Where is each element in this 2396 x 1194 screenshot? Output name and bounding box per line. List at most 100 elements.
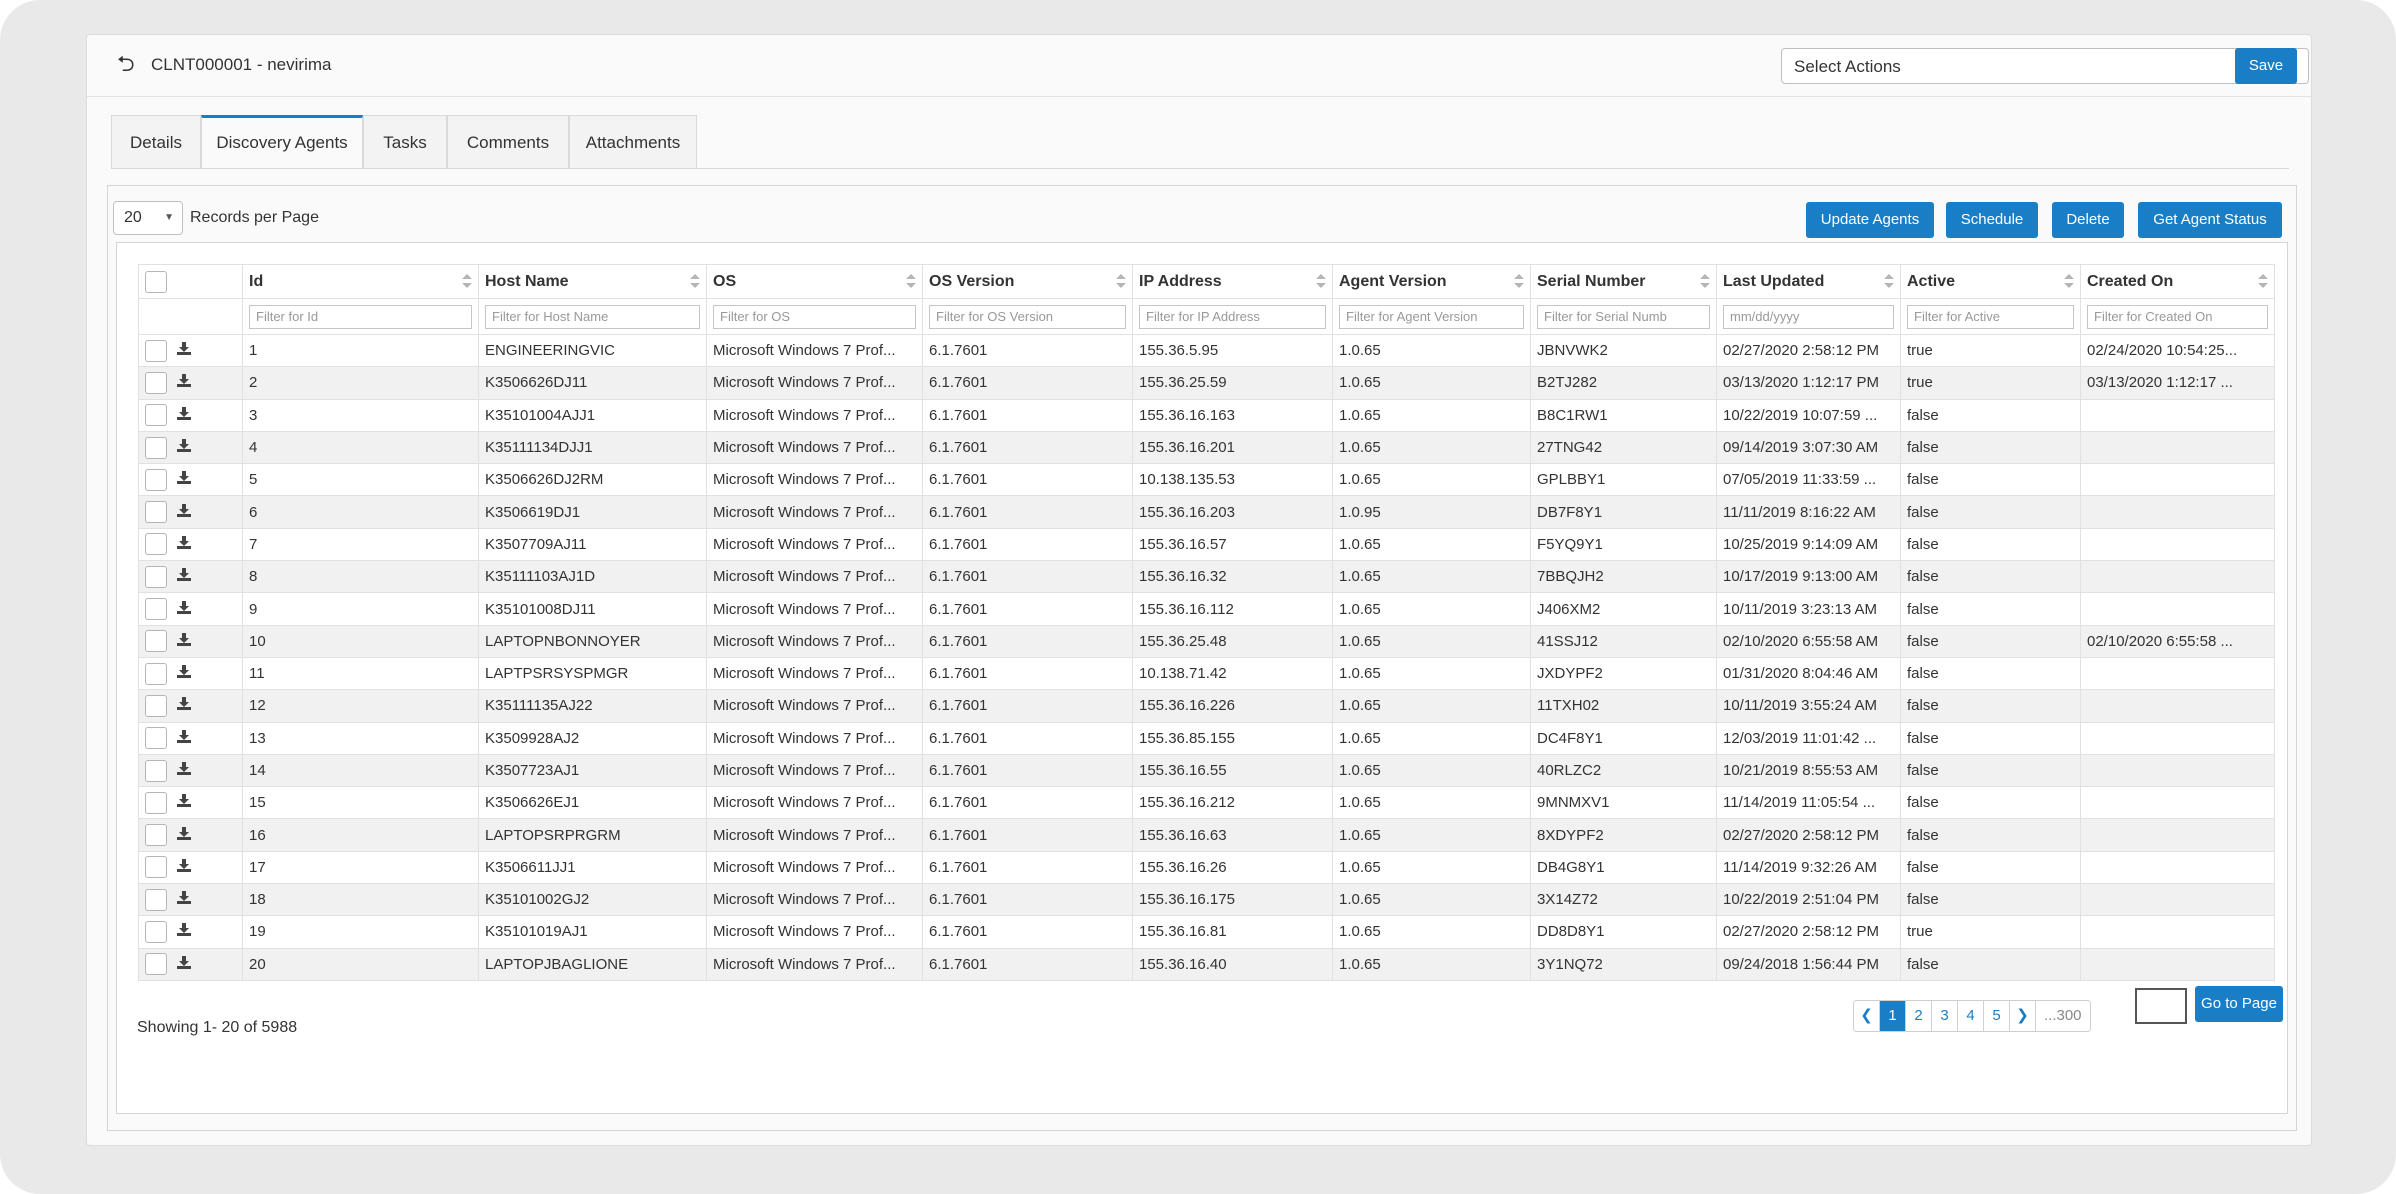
row-checkbox[interactable] xyxy=(145,759,167,782)
download-icon[interactable] xyxy=(177,955,191,973)
row-checkbox[interactable] xyxy=(145,501,167,524)
table-row[interactable]: 11 LAPTPSRSYSPMGR Microsoft Windows 7 Prof… xyxy=(138,656,2275,691)
back-arrow-icon[interactable]: ⮌ xyxy=(117,53,135,75)
go-to-page-button[interactable]: Go to Page xyxy=(2195,986,2283,1022)
records-per-page-select[interactable]: 20 ▼ xyxy=(113,201,183,235)
sort-icon[interactable] xyxy=(1700,274,1710,288)
row-checkbox[interactable] xyxy=(145,888,167,911)
table-row[interactable]: 7 K3507709AJ11 Microsoft Windows 7 Prof...… xyxy=(138,527,2275,562)
sort-icon[interactable] xyxy=(462,274,472,288)
download-icon[interactable] xyxy=(177,406,191,424)
table-row[interactable]: 5 K3506626DJ2RM Microsoft Windows 7 Prof..… xyxy=(138,463,2275,497)
table-row[interactable]: 13 K3509928AJ2 Microsoft Windows 7 Prof...… xyxy=(138,721,2275,755)
page-1-button[interactable]: 1 xyxy=(1880,1001,1906,1031)
prev-page-icon[interactable]: ❮ xyxy=(1854,1001,1880,1031)
sort-icon[interactable] xyxy=(906,274,916,288)
row-checkbox[interactable] xyxy=(145,856,167,879)
table-row[interactable]: 8 K35111103AJ1D Microsoft Windows 7 Prof..… xyxy=(138,560,2275,594)
sort-icon[interactable] xyxy=(1316,274,1326,288)
column-header-active[interactable]: Active xyxy=(1900,264,2081,299)
table-row[interactable]: 14 K3507723AJ1 Microsoft Windows 7 Prof...… xyxy=(138,753,2275,788)
last-page-button[interactable]: ...300 xyxy=(2036,1001,2090,1031)
download-icon[interactable] xyxy=(177,471,191,488)
column-header-id[interactable]: Id xyxy=(242,264,479,299)
sort-icon[interactable] xyxy=(1514,274,1524,288)
column-header-host-name[interactable]: Host Name xyxy=(478,264,707,299)
sort-icon[interactable] xyxy=(2064,274,2074,288)
update-agents-button[interactable]: Update Agents xyxy=(1806,202,1934,238)
download-icon[interactable] xyxy=(177,729,191,747)
select-all-checkbox[interactable] xyxy=(145,270,167,293)
row-checkbox[interactable] xyxy=(145,920,167,943)
table-row[interactable]: 16 LAPTOPSRPRGRM Microsoft Windows 7 Prof.… xyxy=(138,818,2275,852)
table-row[interactable]: 20 LAPTOPJBAGLIONE Microsoft Windows 7 Pro… xyxy=(138,947,2275,981)
row-checkbox[interactable] xyxy=(145,565,167,588)
filter-input-active[interactable]: Filter for Active xyxy=(1907,304,2074,329)
row-checkbox[interactable] xyxy=(145,824,167,847)
filter-input-created-on[interactable]: Filter for Created On xyxy=(2087,304,2268,329)
column-header-created-on[interactable]: Created On xyxy=(2080,264,2275,299)
download-icon[interactable] xyxy=(177,665,191,682)
download-icon[interactable] xyxy=(177,439,191,456)
row-checkbox[interactable] xyxy=(145,953,167,976)
filter-input-ip-address[interactable]: Filter for IP Address xyxy=(1139,304,1326,329)
download-icon[interactable] xyxy=(177,503,191,521)
download-icon[interactable] xyxy=(177,697,191,714)
table-row[interactable]: 10 LAPTOPNBONNOYER Microsoft Windows 7 Pro… xyxy=(138,624,2275,658)
table-row[interactable]: 12 K35111135AJ22 Microsoft Windows 7 Prof.… xyxy=(138,689,2275,723)
download-icon[interactable] xyxy=(177,826,191,844)
table-row[interactable]: 3 K35101004AJJ1 Microsoft Windows 7 Prof..… xyxy=(138,398,2275,432)
row-checkbox[interactable] xyxy=(145,533,167,556)
go-to-page-input[interactable] xyxy=(2135,988,2187,1024)
filter-input-agent-version[interactable]: Filter for Agent Version xyxy=(1339,304,1524,329)
table-row[interactable]: 19 K35101019AJ1 Microsoft Windows 7 Prof..… xyxy=(138,915,2275,949)
column-header-serial-number[interactable]: Serial Number xyxy=(1530,264,1717,299)
row-checkbox[interactable] xyxy=(145,694,167,717)
download-icon[interactable] xyxy=(177,374,191,391)
row-checkbox[interactable] xyxy=(145,662,167,685)
table-row[interactable]: 17 K3506611JJ1 Microsoft Windows 7 Prof...… xyxy=(138,850,2275,885)
column-header-os-version[interactable]: OS Version xyxy=(922,264,1133,299)
sort-icon[interactable] xyxy=(2258,274,2268,288)
table-row[interactable]: 15 K3506626EJ1 Microsoft Windows 7 Prof...… xyxy=(138,786,2275,820)
table-row[interactable]: 9 K35101008DJ11 Microsoft Windows 7 Prof..… xyxy=(138,592,2275,626)
sort-icon[interactable] xyxy=(1884,274,1894,288)
filter-input-id[interactable]: Filter for Id xyxy=(249,304,472,329)
save-button[interactable]: Save xyxy=(2235,48,2297,84)
table-row[interactable]: 18 K35101002GJ2 Microsoft Windows 7 Prof..… xyxy=(138,883,2275,917)
sort-icon[interactable] xyxy=(690,274,700,288)
column-header-ip-address[interactable]: IP Address xyxy=(1132,264,1333,299)
column-header-agent-version[interactable]: Agent Version xyxy=(1332,264,1531,299)
page-4-button[interactable]: 4 xyxy=(1958,1001,1984,1031)
row-checkbox[interactable] xyxy=(145,727,167,750)
download-icon[interactable] xyxy=(177,342,191,359)
sort-icon[interactable] xyxy=(1116,274,1126,288)
download-icon[interactable] xyxy=(177,632,191,650)
download-icon[interactable] xyxy=(177,762,191,779)
filter-input-host-name[interactable]: Filter for Host Name xyxy=(485,304,700,329)
schedule-button[interactable]: Schedule xyxy=(1946,202,2038,238)
page-5-button[interactable]: 5 xyxy=(1984,1001,2010,1031)
page-2-button[interactable]: 2 xyxy=(1906,1001,1932,1031)
delete-button[interactable]: Delete xyxy=(2052,202,2124,238)
download-icon[interactable] xyxy=(177,923,191,940)
column-header-last-updated[interactable]: Last Updated xyxy=(1716,264,1901,299)
filter-input-os-version[interactable]: Filter for OS Version xyxy=(929,304,1126,329)
table-row[interactable]: 6 K3506619DJ1 Microsoft Windows 7 Prof... 6… xyxy=(138,495,2275,529)
row-checkbox[interactable] xyxy=(145,436,167,459)
filter-input-os[interactable]: Filter for OS xyxy=(713,304,916,329)
select-actions-dropdown[interactable]: Select Actions ▼ xyxy=(1781,48,2309,84)
row-checkbox[interactable] xyxy=(145,371,167,394)
download-icon[interactable] xyxy=(177,891,191,908)
row-checkbox[interactable] xyxy=(145,791,167,814)
filter-input-last-updated[interactable]: mm/dd/yyyy xyxy=(1723,304,1894,329)
tab-discovery-agents[interactable]: Discovery Agents xyxy=(201,115,363,169)
download-icon[interactable] xyxy=(177,794,191,811)
download-icon[interactable] xyxy=(177,858,191,876)
table-row[interactable]: 2 K3506626DJ11 Microsoft Windows 7 Prof...… xyxy=(138,366,2275,400)
column-header-os[interactable]: OS xyxy=(706,264,923,299)
tab-comments[interactable]: Comments xyxy=(447,115,569,169)
download-icon[interactable] xyxy=(177,568,191,585)
row-checkbox[interactable] xyxy=(145,339,167,362)
tab-details[interactable]: Details xyxy=(111,115,201,169)
